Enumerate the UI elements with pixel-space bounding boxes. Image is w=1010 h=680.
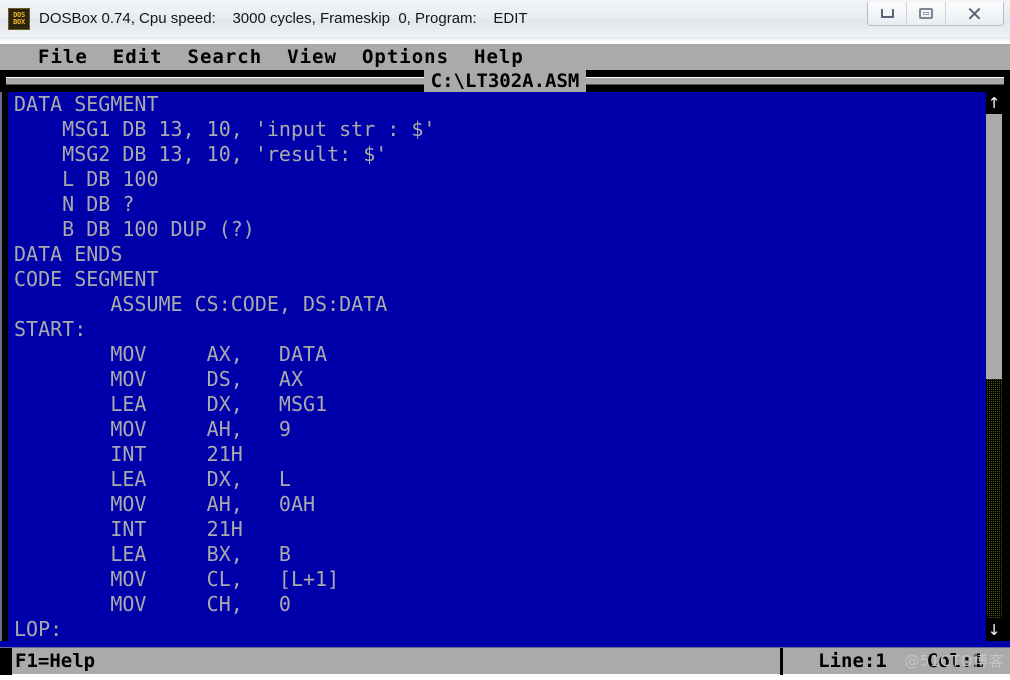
watermark-text: @51CTO博客 bbox=[904, 652, 1004, 670]
window-controls: ✕ bbox=[867, 2, 1004, 26]
editor-titlebar: C:\LT302A.ASM bbox=[0, 70, 1010, 92]
status-bar: F1=Help Line:1 Col:1 bbox=[0, 647, 1010, 675]
maximize-icon bbox=[919, 8, 933, 19]
status-help-label[interactable]: F1=Help bbox=[12, 650, 95, 672]
titlebar-rule-left bbox=[6, 77, 424, 85]
status-separator bbox=[780, 647, 784, 675]
scrollbar-track[interactable] bbox=[986, 379, 1002, 619]
scroll-up-arrow-icon[interactable]: ↑ bbox=[986, 92, 1002, 114]
editor-frame: C:\LT302A.ASM DATA SEGMENT MSG1 DB 13, 1… bbox=[0, 70, 1010, 647]
code-line: INT 21H bbox=[14, 517, 243, 541]
titlebar-rule-right bbox=[586, 77, 1004, 85]
code-line: DATA SEGMENT bbox=[14, 92, 159, 116]
code-line: START: bbox=[14, 317, 87, 341]
code-line: MOV AH, 0AH bbox=[14, 492, 316, 516]
menu-item-view[interactable]: View bbox=[287, 46, 337, 68]
code-line: L DB 100 bbox=[14, 167, 159, 191]
code-line: MOV AH, 9 bbox=[14, 417, 291, 441]
code-line: N DB ? bbox=[14, 192, 135, 216]
close-icon: ✕ bbox=[966, 2, 983, 26]
menu-bar: File Edit Search View Options Help bbox=[0, 44, 1010, 70]
code-line: DATA ENDS bbox=[14, 242, 123, 266]
code-line: MOV DS, AX bbox=[14, 367, 303, 391]
code-line: MOV AX, DATA bbox=[14, 342, 328, 366]
dosbox-window: DOS BOX DOSBox 0.74, Cpu speed: 3000 cyc… bbox=[0, 0, 1010, 680]
window-title: DOSBox 0.74, Cpu speed: 3000 cycles, Fra… bbox=[39, 10, 528, 27]
menu-item-file[interactable]: File bbox=[38, 46, 88, 68]
dos-screen: File Edit Search View Options Help C:\LT… bbox=[0, 44, 1010, 675]
code-line: MOV CH, 0 bbox=[14, 592, 291, 616]
code-line: LEA BX, B bbox=[14, 542, 291, 566]
window-titlebar[interactable]: DOS BOX DOSBox 0.74, Cpu speed: 3000 cyc… bbox=[0, 0, 1010, 41]
menu-item-edit[interactable]: Edit bbox=[113, 46, 163, 68]
code-text-area[interactable]: DATA SEGMENT MSG1 DB 13, 10, 'input str … bbox=[8, 92, 986, 641]
scrollbar-thumb[interactable] bbox=[986, 114, 1002, 379]
code-line: LOP: bbox=[14, 617, 63, 641]
code-line: CODE SEGMENT bbox=[14, 267, 159, 291]
code-line: MOV CL, [L+1] bbox=[14, 567, 340, 591]
code-line: MSG1 DB 13, 10, 'input str : $' bbox=[14, 117, 436, 141]
code-line: ASSUME CS:CODE, DS:DATA bbox=[14, 292, 388, 316]
close-button[interactable]: ✕ bbox=[946, 2, 1003, 25]
menu-item-search[interactable]: Search bbox=[188, 46, 263, 68]
status-cursor-block bbox=[0, 647, 12, 675]
code-line: LEA DX, L bbox=[14, 467, 291, 491]
dosbox-app-icon: DOS BOX bbox=[8, 7, 30, 30]
code-line: LEA DX, MSG1 bbox=[14, 392, 328, 416]
menu-item-help[interactable]: Help bbox=[474, 46, 524, 68]
editor-left-border bbox=[0, 92, 8, 641]
minimize-icon bbox=[880, 9, 894, 18]
vertical-scrollbar[interactable]: ↑ ↓ bbox=[986, 92, 1002, 641]
status-line-number: Line:1 bbox=[818, 650, 887, 672]
minimize-button[interactable] bbox=[868, 2, 907, 25]
menu-item-options[interactable]: Options bbox=[362, 46, 449, 68]
maximize-button[interactable] bbox=[907, 2, 946, 25]
code-line: MSG2 DB 13, 10, 'result: $' bbox=[14, 142, 388, 166]
code-line: B DB 100 DUP (?) bbox=[14, 217, 255, 241]
scroll-down-arrow-icon[interactable]: ↓ bbox=[986, 619, 1002, 641]
editor-filename: C:\LT302A.ASM bbox=[423, 70, 587, 92]
dosbox-icon-line2: BOX bbox=[13, 17, 25, 26]
code-line: INT 21H bbox=[14, 442, 243, 466]
